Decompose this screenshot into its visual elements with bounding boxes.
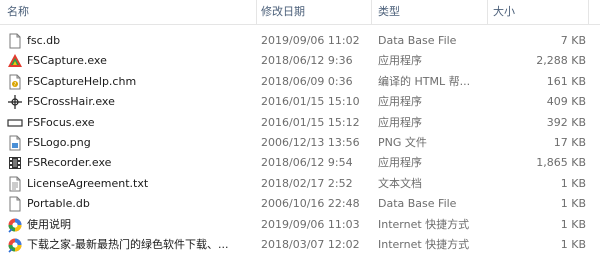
file-type: PNG 文件: [378, 135, 427, 149]
file-row[interactable]: ? FSCaptureHelp.chm 2018/06/09 0:36 编译的 HTM…: [0, 72, 600, 92]
file-name: FSFocus.exe: [27, 115, 95, 129]
file-modified-date: 2006/12/13 13:56: [261, 135, 360, 149]
file-modified-date: 2018/06/12 9:36: [261, 54, 353, 68]
file-name: Portable.db: [27, 197, 90, 211]
file-type: 应用程序: [378, 115, 422, 129]
column-header-bar: ^ 名称 修改日期 类型 大小: [0, 0, 600, 25]
file-size: 2,288 KB: [536, 54, 586, 68]
file-size: 392 KB: [546, 115, 586, 129]
column-header-size[interactable]: 大小: [493, 0, 515, 24]
file-row[interactable]: FSLogo.png 2006/12/13 13:56 PNG 文件 17 KB: [0, 133, 600, 153]
file-size: 1,865 KB: [536, 156, 586, 170]
file-name: 下载之家-最新最热门的绿色软件下载、...: [27, 237, 229, 251]
file-name: FSRecorder.exe: [27, 156, 112, 170]
file-name: FSCapture.exe: [27, 54, 107, 68]
recorder-app-icon: [7, 155, 23, 171]
crosshair-app-icon: [7, 94, 23, 110]
column-divider[interactable]: [487, 0, 488, 24]
file-row[interactable]: FSRecorder.exe 2018/06/12 9:54 应用程序 1,865 K…: [0, 153, 600, 173]
column-header-name[interactable]: 名称: [7, 0, 29, 24]
database-file-icon: [7, 33, 23, 49]
file-name: FSCrossHair.exe: [27, 95, 115, 109]
focus-app-icon: [7, 115, 23, 131]
file-modified-date: 2018/06/12 9:54: [261, 156, 353, 170]
file-list: fsc.db 2019/09/06 11:02 Data Base File 7 KB…: [0, 31, 600, 255]
file-type: 文本文档: [378, 176, 422, 190]
file-name: fsc.db: [27, 34, 61, 47]
file-row[interactable]: FSCapture.exe 2018/06/12 9:36 应用程序 2,288 KB: [0, 51, 600, 71]
file-type: 编译的 HTML 帮...: [378, 74, 471, 88]
text-document-icon: [7, 176, 23, 192]
file-type: 应用程序: [378, 156, 422, 170]
file-type: Internet 快捷方式: [378, 237, 470, 251]
sort-ascending-icon: ^: [122, 0, 130, 7]
file-modified-date: 2019/09/06 11:03: [261, 217, 360, 231]
file-row[interactable]: fsc.db 2019/09/06 11:02 Data Base File 7 KB: [0, 31, 600, 51]
file-modified-date: 2016/01/15 15:10: [261, 95, 360, 109]
file-type: Data Base File: [378, 34, 457, 47]
file-type: 应用程序: [378, 95, 422, 109]
file-size: 161 KB: [546, 74, 586, 88]
file-size: 1 KB: [560, 176, 586, 190]
internet-shortcut-icon: [7, 217, 23, 233]
file-modified-date: 2018/03/07 12:02: [261, 237, 360, 251]
help-file-icon: ?: [7, 74, 23, 90]
column-divider[interactable]: [588, 0, 589, 24]
file-type: Data Base File: [378, 197, 457, 211]
file-modified-date: 2006/10/16 22:48: [261, 197, 360, 211]
column-divider[interactable]: [256, 0, 257, 24]
database-file-icon: [7, 196, 23, 212]
file-row[interactable]: 下载之家-最新最热门的绿色软件下载、... 2018/03/07 12:02 Int…: [0, 235, 600, 255]
file-size: 1 KB: [560, 237, 586, 251]
column-header-modified[interactable]: 修改日期: [261, 0, 305, 24]
fscapture-app-icon: [7, 53, 23, 69]
png-image-icon: [7, 135, 23, 151]
file-name: LicenseAgreement.txt: [27, 176, 149, 190]
file-name: FSCaptureHelp.chm: [27, 74, 137, 88]
file-name: 使用说明: [27, 217, 71, 231]
file-row[interactable]: LicenseAgreement.txt 2018/02/17 2:52 文本文档 1…: [0, 174, 600, 194]
column-header-type[interactable]: 类型: [378, 0, 400, 24]
column-divider[interactable]: [371, 0, 372, 24]
file-size: 409 KB: [546, 95, 586, 109]
file-row[interactable]: FSCrossHair.exe 2016/01/15 15:10 应用程序 409 K…: [0, 92, 600, 112]
svg-text:?: ?: [14, 82, 17, 88]
file-size: 1 KB: [560, 197, 586, 211]
file-row[interactable]: Portable.db 2006/10/16 22:48 Data Base Fil…: [0, 194, 600, 214]
file-modified-date: 2018/06/09 0:36: [261, 74, 353, 88]
file-type: 应用程序: [378, 54, 422, 68]
file-size: 1 KB: [560, 217, 586, 231]
file-size: 7 KB: [560, 34, 586, 47]
file-modified-date: 2018/02/17 2:52: [261, 176, 353, 190]
file-type: Internet 快捷方式: [378, 217, 470, 231]
internet-shortcut-icon: [7, 237, 23, 253]
file-modified-date: 2016/01/15 15:12: [261, 115, 360, 129]
file-row[interactable]: 使用说明 2019/09/06 11:03 Internet 快捷方式 1 KB: [0, 215, 600, 235]
file-name: FSLogo.png: [27, 135, 91, 149]
file-size: 17 KB: [553, 135, 586, 149]
file-modified-date: 2019/09/06 11:02: [261, 34, 360, 47]
file-row[interactable]: FSFocus.exe 2016/01/15 15:12 应用程序 392 KB: [0, 113, 600, 133]
